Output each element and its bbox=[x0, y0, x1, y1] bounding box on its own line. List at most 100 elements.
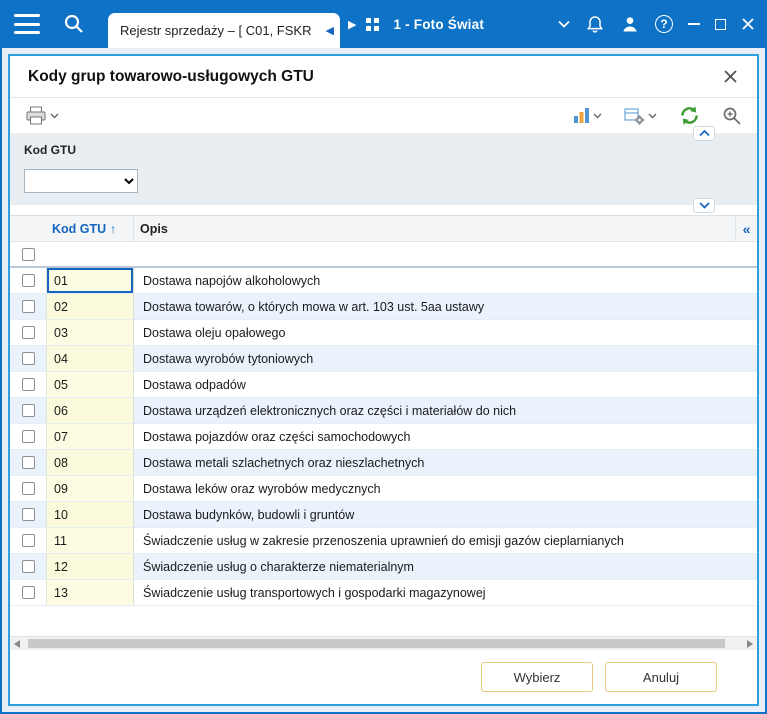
row-opis: Dostawa oleju opałowego bbox=[134, 320, 757, 345]
horizontal-scrollbar[interactable] bbox=[10, 636, 757, 650]
tab-label: Rejestr sprzedaży – [ C01, FSKR bbox=[120, 23, 312, 38]
row-checkbox[interactable] bbox=[21, 378, 35, 391]
row-kod[interactable]: 09 bbox=[46, 476, 134, 501]
minimize-icon[interactable] bbox=[688, 23, 700, 25]
dialog-close-icon[interactable] bbox=[722, 68, 739, 85]
tab-rejestr-sprzedazy[interactable]: Rejestr sprzedaży – [ C01, FSKR ◀ bbox=[108, 13, 340, 48]
tab-scroll-left-icon[interactable]: ◀ bbox=[326, 24, 334, 37]
dialog-title: Kody grup towarowo-usługowych GTU bbox=[28, 67, 314, 85]
printer-icon bbox=[26, 106, 46, 124]
kod-gtu-filter-select[interactable] bbox=[24, 169, 138, 193]
row-checkbox[interactable] bbox=[21, 274, 35, 287]
scroll-left-icon[interactable] bbox=[10, 639, 24, 648]
filter-panel: Kod GTU bbox=[10, 126, 757, 213]
row-kod[interactable]: 01 bbox=[46, 268, 134, 293]
table-row[interactable]: 07 Dostawa pojazdów oraz części samochod… bbox=[10, 424, 757, 450]
row-kod[interactable]: 03 bbox=[46, 320, 134, 345]
row-kod[interactable]: 05 bbox=[46, 372, 134, 397]
company-dropdown-icon[interactable] bbox=[558, 20, 570, 28]
dialog-header: Kody grup towarowo-usługowych GTU bbox=[10, 56, 757, 98]
sort-ascending-icon: ↑ bbox=[110, 221, 117, 236]
scroll-right-icon[interactable] bbox=[743, 639, 757, 648]
titlebar: Rejestr sprzedaży – [ C01, FSKR ◀ ▶ 1 - … bbox=[0, 0, 767, 48]
filter-gap bbox=[10, 205, 757, 215]
column-label: Kod GTU bbox=[52, 221, 107, 236]
table-row[interactable]: 09 Dostawa leków oraz wyrobów medycznych bbox=[10, 476, 757, 502]
row-kod[interactable]: 06 bbox=[46, 398, 134, 423]
row-checkbox[interactable] bbox=[21, 352, 35, 365]
row-opis: Dostawa urządzeń elektronicznych oraz cz… bbox=[134, 398, 757, 423]
search-icon[interactable] bbox=[62, 12, 86, 36]
select-all-checkbox[interactable] bbox=[21, 247, 35, 261]
row-checkbox[interactable] bbox=[21, 508, 35, 521]
pin-panel-icon[interactable]: « bbox=[735, 216, 757, 241]
row-kod[interactable]: 12 bbox=[46, 554, 134, 579]
row-kod[interactable]: 13 bbox=[46, 580, 134, 605]
row-checkbox[interactable] bbox=[21, 560, 35, 573]
grid-settings-icon bbox=[624, 108, 645, 125]
row-opis: Świadczenie usług o charakterze niemater… bbox=[134, 554, 757, 579]
table-empty-space bbox=[10, 606, 757, 636]
scrollbar-track[interactable] bbox=[24, 637, 743, 650]
user-icon[interactable] bbox=[620, 14, 640, 34]
grid-settings-button[interactable] bbox=[619, 104, 662, 128]
table-row[interactable]: 12 Świadczenie usług o charakterze niema… bbox=[10, 554, 757, 580]
row-checkbox[interactable] bbox=[21, 300, 35, 313]
row-checkbox[interactable] bbox=[21, 482, 35, 495]
table-row[interactable]: 13 Świadczenie usług transportowych i go… bbox=[10, 580, 757, 606]
table-row[interactable]: 11 Świadczenie usług w zakresie przenosz… bbox=[10, 528, 757, 554]
select-button[interactable]: Wybierz bbox=[481, 662, 593, 692]
table-row[interactable]: 06 Dostawa urządzeń elektronicznych oraz… bbox=[10, 398, 757, 424]
help-icon[interactable]: ? bbox=[655, 15, 673, 33]
tab-scroll-right-icon[interactable]: ▶ bbox=[348, 18, 356, 31]
row-kod[interactable]: 11 bbox=[46, 528, 134, 553]
row-opis: Dostawa napojów alkoholowych bbox=[134, 268, 757, 293]
row-checkbox[interactable] bbox=[21, 430, 35, 443]
column-header-opis[interactable]: Opis bbox=[134, 216, 735, 241]
table-row[interactable]: 01 Dostawa napojów alkoholowych bbox=[10, 268, 757, 294]
apps-grid-icon[interactable] bbox=[366, 17, 380, 31]
chart-button[interactable] bbox=[568, 104, 607, 127]
refresh-button[interactable] bbox=[674, 102, 705, 129]
menu-icon[interactable] bbox=[14, 14, 40, 34]
locate-button[interactable] bbox=[717, 103, 747, 129]
table-row[interactable]: 08 Dostawa metali szlachetnych oraz nies… bbox=[10, 450, 757, 476]
row-kod[interactable]: 04 bbox=[46, 346, 134, 371]
grid-settings-dropdown-icon bbox=[648, 113, 657, 118]
row-checkbox[interactable] bbox=[21, 586, 35, 599]
table-row[interactable]: 03 Dostawa oleju opałowego bbox=[10, 320, 757, 346]
bar-chart-icon bbox=[574, 108, 589, 123]
row-kod[interactable]: 08 bbox=[46, 450, 134, 475]
row-kod[interactable]: 10 bbox=[46, 502, 134, 527]
table-row[interactable]: 02 Dostawa towarów, o których mowa w art… bbox=[10, 294, 757, 320]
cancel-button[interactable]: Anuluj bbox=[605, 662, 717, 692]
table-row[interactable]: 05 Dostawa odpadów bbox=[10, 372, 757, 398]
print-button[interactable] bbox=[20, 103, 64, 129]
row-checkbox[interactable] bbox=[21, 326, 35, 339]
column-label: Opis bbox=[140, 221, 168, 236]
table-row[interactable]: 10 Dostawa budynków, budowli i gruntów bbox=[10, 502, 757, 528]
printer-dropdown-icon bbox=[50, 113, 59, 118]
row-kod[interactable]: 02 bbox=[46, 294, 134, 319]
gtu-table: Kod GTU ↑ Opis « 01 Dostawa napojów alko… bbox=[10, 215, 757, 650]
table-row[interactable]: 04 Dostawa wyrobów tytoniowych bbox=[10, 346, 757, 372]
select-all-row bbox=[10, 242, 757, 268]
row-opis: Dostawa metali szlachetnych oraz nieszla… bbox=[134, 450, 757, 475]
filter-collapse-down-icon[interactable] bbox=[693, 198, 715, 213]
row-checkbox[interactable] bbox=[21, 404, 35, 417]
chart-dropdown-icon bbox=[593, 113, 602, 118]
row-kod[interactable]: 07 bbox=[46, 424, 134, 449]
company-selector[interactable]: 1 - Foto Świat bbox=[393, 17, 484, 32]
filter-collapse-up-icon[interactable] bbox=[693, 126, 715, 141]
header-checkbox-column bbox=[10, 216, 46, 241]
scrollbar-thumb[interactable] bbox=[28, 639, 725, 648]
row-checkbox[interactable] bbox=[21, 534, 35, 547]
dialog-footer: Wybierz Anuluj bbox=[10, 650, 757, 704]
table-header: Kod GTU ↑ Opis « bbox=[10, 215, 757, 242]
magnifier-icon bbox=[723, 107, 741, 125]
column-header-kod-gtu[interactable]: Kod GTU ↑ bbox=[46, 216, 134, 241]
notifications-bell-icon[interactable] bbox=[585, 14, 605, 35]
maximize-icon[interactable] bbox=[715, 18, 726, 30]
row-checkbox[interactable] bbox=[21, 456, 35, 469]
window-close-icon[interactable] bbox=[741, 17, 755, 31]
